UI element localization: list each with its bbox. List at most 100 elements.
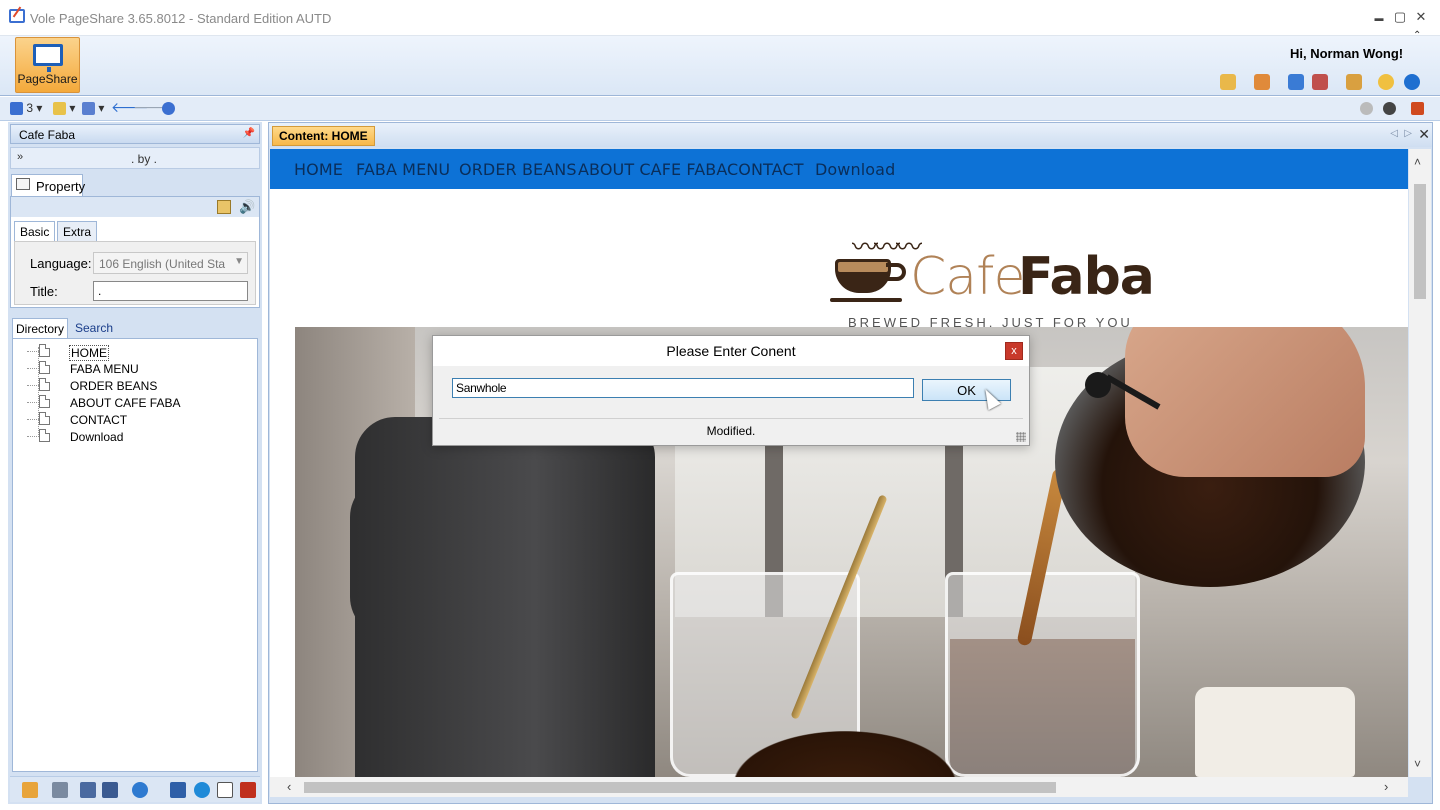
layers-count: 3 [26,101,34,115]
scroll-thumb[interactable] [1414,184,1426,299]
minimize-button[interactable]: ▬ [1372,13,1386,23]
layers-button[interactable]: 3 ▾ [10,101,42,117]
scroll-thumb[interactable] [304,782,1056,793]
shield-ribbon-icon[interactable] [1312,74,1328,90]
monitor-icon [32,44,63,72]
site-nav-contact[interactable]: CONTACT [727,160,804,179]
page-icon [39,344,50,357]
layers-icon [10,102,23,116]
content-tabbar: Content: HOME ◁ ▷ ✕ [269,123,1432,147]
tab-basic[interactable]: Basic [14,221,56,241]
toolbar: 3 ▾ ▾ ▾ 🡐 🡒 [0,97,1440,121]
cafe-logo: 〰〰〰 Cafe Faba [830,227,1155,307]
tree-item-label: CONTACT [70,413,128,427]
xml-icon[interactable] [52,782,68,798]
powerpoint-icon [1411,102,1424,116]
paint-brush-icon[interactable] [1220,74,1236,90]
tab-content-home[interactable]: Content: HOME [272,126,375,146]
tab-search[interactable]: Search [72,318,116,338]
scroll-up-icon[interactable]: ˄ [1414,155,1421,169]
tab-extra[interactable]: Extra [57,221,98,241]
site-nav-home[interactable]: HOME [294,160,343,179]
site-nav-faba-menu[interactable]: FABA MENU [356,160,450,179]
stack-icon [82,102,95,116]
close-tab-icon[interactable]: ✕ [1418,126,1430,143]
doc-icon[interactable] [102,782,118,798]
save-button[interactable]: ▾ [53,101,75,117]
horizontal-scrollbar[interactable]: ‹ › [270,777,1408,797]
scroll-down-icon[interactable]: ˅ [1414,757,1421,771]
tree-item-label: HOME [69,345,109,361]
browser-icon[interactable] [1288,74,1304,90]
pageshare-button[interactable]: PageShare [15,37,80,93]
tree-item-label: ORDER BEANS [70,379,158,393]
chevron-down-icon: ▾ [36,101,43,115]
pin-icon[interactable]: 📌 [243,128,255,139]
coffee-cup-icon [835,259,891,293]
left-panel: Cafe Faba 📌 » . by . Property 🔊 Basic Ex… [8,122,262,804]
chevron-down-icon: ▾ [69,101,76,115]
collapse-ribbon-icon[interactable]: ⌃ [1413,30,1421,41]
resize-grip-icon[interactable] [1016,432,1026,442]
chevron-down-icon: ▼ [234,256,244,267]
scroll-left-icon[interactable]: ‹ [287,779,291,794]
basic-form: Language: 106 English (United Sta ▼ Titl… [14,241,256,305]
site-nav-download[interactable]: Download [815,160,895,179]
author-text: . by . [131,152,158,166]
page-icon [39,429,50,442]
panel-bottom-toolbar [10,776,260,802]
stopwatch-icon[interactable] [1378,74,1394,90]
tree-item-label: ABOUT CAFE FABA [70,396,181,410]
language-select[interactable]: 106 English (United Sta ▼ [93,252,248,274]
text-icon[interactable] [240,782,256,798]
prev-circle-button[interactable] [1360,101,1373,117]
edit-note-icon[interactable] [217,200,231,214]
next-circle-button[interactable] [1383,101,1396,117]
panel-header: Cafe Faba 📌 [10,124,260,144]
rocket-icon[interactable] [1254,74,1270,90]
powerpoint-button[interactable] [1411,101,1424,117]
app-logo-icon [9,9,25,23]
property-icon [16,178,30,190]
dialog-close-button[interactable]: x [1005,342,1023,360]
maximize-button[interactable]: ▢ [1393,9,1407,25]
page-icon [39,378,50,391]
title-field[interactable]: . [93,281,248,301]
refresh-button[interactable] [162,101,175,117]
scroll-right-icon[interactable]: › [1384,779,1388,794]
speaker-icon[interactable]: 🔊 [239,199,255,215]
window-title: Vole PageShare 3.65.8012 - Standard Edit… [30,11,332,26]
word-icon[interactable] [170,782,186,798]
logo-text-faba: Faba [1018,247,1155,307]
home-icon[interactable] [22,782,38,798]
vertical-scrollbar[interactable]: ˄ ˅ [1409,149,1431,777]
site-nav-about[interactable]: ABOUT CAFE FABA [578,160,727,179]
author-row: » . by . [10,147,260,169]
tools-icon[interactable] [1346,74,1362,90]
tab-prev-icon[interactable]: ◁ [1390,128,1398,139]
title-bar: Vole PageShare 3.65.8012 - Standard Edit… [0,0,1440,36]
tab-property[interactable]: Property [11,174,85,196]
close-window-button[interactable]: ✕ [1414,9,1428,25]
tree-item-label: FABA MENU [70,362,139,376]
dialog-title: Please Enter Conent [433,336,1029,366]
info-icon[interactable] [1404,74,1420,90]
page-icon [39,361,50,374]
globe-icon[interactable] [194,782,210,798]
content-input[interactable]: Sanwhole [452,378,914,398]
web-preview: HOME FABA MENU ORDER BEANS ABOUT CAFE FA… [270,149,1408,777]
title-label: Title: [30,284,58,299]
site-nav-order-beans[interactable]: ORDER BEANS [459,160,577,179]
expand-icon[interactable]: » [17,151,23,163]
user-greeting: Hi, Norman Wong! [1290,46,1404,61]
ribbon: PageShare Hi, Norman Wong! ⌃ [0,30,1440,96]
vmc-icon[interactable] [80,782,96,798]
tab-directory[interactable]: Directory [12,318,69,338]
eye-icon[interactable] [132,782,148,798]
tab-next-icon[interactable]: ▷ [1404,128,1412,139]
stack-button[interactable]: ▾ [82,101,104,117]
language-label: Language: [30,256,92,271]
page-icon[interactable] [217,782,233,798]
directory-tabs: Directory Search [10,318,260,338]
language-value: 106 English (United Sta [99,257,226,271]
